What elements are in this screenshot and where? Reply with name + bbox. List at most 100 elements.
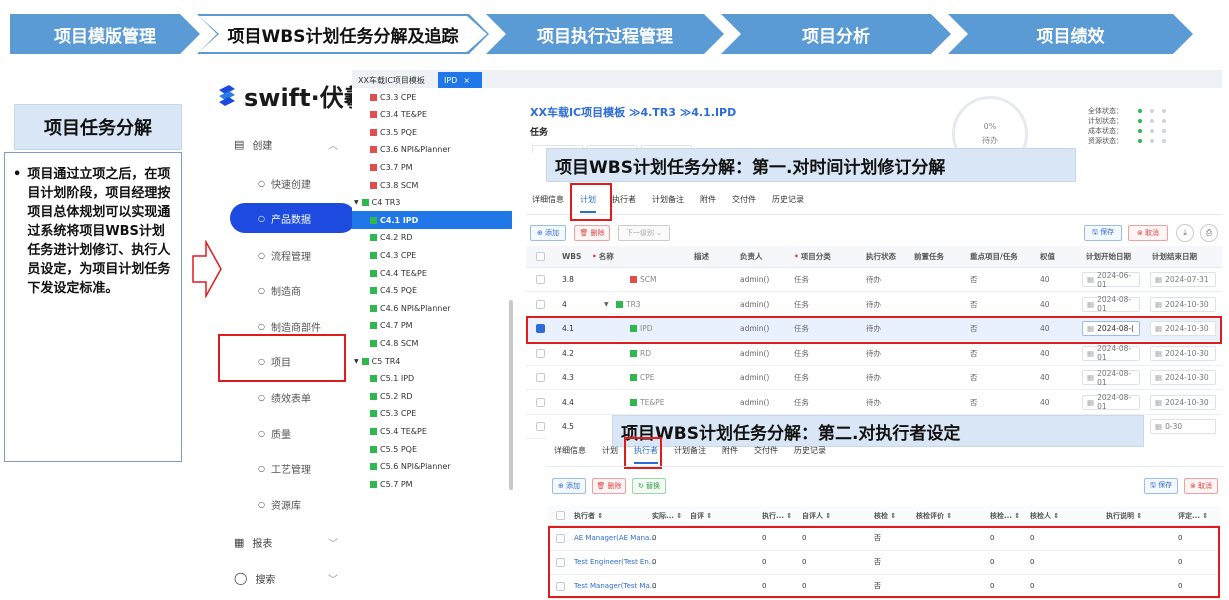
tree-node[interactable]: C5.5 PQE xyxy=(370,440,417,458)
row-checkbox[interactable] xyxy=(536,348,545,358)
tree-node[interactable]: C3.5 PQE xyxy=(370,123,417,141)
tree-node[interactable]: C3.7 PM xyxy=(370,158,413,176)
tab-0[interactable]: 详细信息 xyxy=(532,194,564,213)
column-header[interactable]: 执行者 ⇕ xyxy=(574,506,603,525)
end-date-field[interactable]: ▦ 2024-10-30 xyxy=(1150,296,1216,312)
start-date-field[interactable]: ▦ 2024-08-01 xyxy=(1082,344,1140,362)
nav-group-report[interactable]: ▦ 报表 ﹀ xyxy=(216,530,352,554)
level-select[interactable]: 下一级别 ⌄ xyxy=(618,225,670,241)
row-checkbox[interactable] xyxy=(536,275,545,284)
tree-node[interactable]: C4.7 PM xyxy=(370,317,413,335)
select-all-checkbox[interactable] xyxy=(536,252,545,261)
column-header[interactable]: 核检人 ⇕ xyxy=(1030,506,1059,525)
nav-item-process[interactable]: ○ 流程管理 xyxy=(216,240,352,270)
tree-node[interactable]: C4.2 RD xyxy=(370,229,413,247)
tab-5[interactable]: 交付件 xyxy=(732,194,756,213)
exec-delete-button[interactable]: 🗑 删除 xyxy=(592,478,626,494)
download-icon[interactable]: ⤓ xyxy=(1176,224,1194,242)
tree-node[interactable]: C4.8 SCM xyxy=(370,334,418,352)
tree-node[interactable]: C3.3 CPE xyxy=(370,88,416,106)
tab-3[interactable]: 计划备注 xyxy=(652,194,684,213)
tree-node[interactable]: C5.2 RD xyxy=(370,387,413,405)
tab-ipd[interactable]: IPD × xyxy=(438,72,482,88)
tab-3[interactable]: 计划备注 xyxy=(674,445,706,464)
process-step-1[interactable]: 项目模版管理 xyxy=(10,14,200,54)
tab-4[interactable]: 附件 xyxy=(700,194,716,213)
exec-save-button[interactable]: 🖫 保存 xyxy=(1144,478,1178,494)
column-header[interactable]: • 项目分类 xyxy=(794,246,831,267)
save-button[interactable]: 🖫 保存 xyxy=(1084,225,1122,241)
tab-2[interactable]: 执行者 xyxy=(612,194,636,213)
table-row[interactable]: 4.2 RD admin() 任务 待办否 40 ▦ 2024-08-01 ▦ 2024-10-3… xyxy=(526,342,1222,366)
start-date-field[interactable]: ▦ 2024-06-01 xyxy=(1082,271,1140,289)
tree-scrollbar[interactable] xyxy=(509,300,513,490)
tab-0[interactable]: 详细信息 xyxy=(554,445,586,464)
end-date-field[interactable]: ▦ 2024-10-30 xyxy=(1150,370,1216,385)
tree-node[interactable]: C4.5 PQE xyxy=(370,282,417,300)
add-button[interactable]: ⊕ 添加 xyxy=(530,225,566,241)
row-checkbox[interactable] xyxy=(536,299,545,309)
row-checkbox[interactable] xyxy=(536,373,545,382)
tab-6[interactable]: 历史记录 xyxy=(772,194,804,213)
caret-down-icon[interactable]: ▼ xyxy=(354,199,359,206)
nav-item-quality[interactable]: ○ 质量 xyxy=(216,418,352,448)
tree-node[interactable]: C3.4 TE&PE xyxy=(370,106,427,124)
nav-item-resource[interactable]: ○ 资源库 xyxy=(216,489,352,519)
process-step-3[interactable]: 项目执行过程管理 xyxy=(486,14,724,54)
exec-add-button[interactable]: ⊕ 添加 xyxy=(552,478,586,494)
exec-replace-button[interactable]: ↻ 替换 xyxy=(632,478,666,494)
close-icon[interactable]: × xyxy=(463,76,470,85)
table-row[interactable]: 4 ▼ TR3 admin() 任务 待办否 40 ▦ 2024-08-01 ▦ 2024-10-3… xyxy=(526,293,1222,317)
tree-node[interactable]: C4.4 TE&PE xyxy=(370,264,427,282)
nav-item-craft[interactable]: ○ 工艺管理 xyxy=(216,453,352,483)
end-date-field[interactable]: ▦ 2024-07-31 xyxy=(1150,272,1216,287)
nav-item-quick-create[interactable]: ○ 快速创建 xyxy=(216,168,352,198)
print-icon[interactable]: ⎙ xyxy=(1200,224,1218,242)
select-all-checkbox[interactable] xyxy=(556,511,565,520)
end-date-field[interactable]: ▦ 2024-10-30 xyxy=(1150,345,1216,361)
nav-item-manufacturer[interactable]: ○ 制造商 xyxy=(216,275,352,305)
delete-button[interactable]: 🗑 删除 xyxy=(574,225,610,241)
column-header[interactable]: ☑ 计划开始日期 xyxy=(1086,246,1131,267)
column-header[interactable]: 评定... ⇕ xyxy=(1178,506,1208,525)
table-row[interactable]: 4.3 CPE admin() 任务 待办否 40 ▦ 2024-08-01 ▦ 2024-10-… xyxy=(526,366,1222,390)
end-date-field[interactable]: ▦ 0-30 xyxy=(1150,419,1216,434)
tab-6[interactable]: 历史记录 xyxy=(794,445,826,464)
column-header[interactable]: ☑ 前置任务 xyxy=(914,246,944,267)
column-header[interactable]: 执行说明 ⇕ xyxy=(1106,506,1142,525)
column-header[interactable]: ☑ 负责人 xyxy=(740,246,763,267)
tab-4[interactable]: 附件 xyxy=(722,445,738,464)
column-header[interactable]: 核检... ⇕ xyxy=(990,506,1020,525)
table-row[interactable]: 3.8 SCM admin() 任务 待办否 40 ▦ 2024-06-01 ▦ 2024-07-… xyxy=(526,268,1222,292)
tree-node[interactable]: C4.1 IPD xyxy=(352,211,512,230)
column-header[interactable]: 自评 ⇕ xyxy=(690,506,712,525)
tree-node[interactable]: ▼ C5 TR4 xyxy=(354,352,400,370)
column-header[interactable]: ☑ 权值 xyxy=(1040,246,1055,267)
column-header[interactable]: ☑ 执行状态 xyxy=(866,246,896,267)
column-header[interactable]: 核检 ⇕ xyxy=(874,506,896,525)
tree-node[interactable]: C5.3 CPE xyxy=(370,405,416,423)
process-step-4[interactable]: 项目分析 xyxy=(721,14,951,54)
column-header[interactable]: ☑ 重点项目/任务 xyxy=(970,246,1018,267)
caret-down-icon[interactable]: ▼ xyxy=(354,358,359,365)
table-row[interactable]: 4.4 TE&PE admin() 任务 待办否 40 ▦ 2024-08-01 ▦ 2024-1… xyxy=(526,391,1222,415)
tree-node[interactable]: C3.8 SCM xyxy=(370,176,418,194)
start-date-field[interactable]: ▦ 2024-08-01 xyxy=(1082,393,1140,411)
cancel-button[interactable]: ⊗ 取消 xyxy=(1128,225,1168,241)
nav-group-search[interactable]: ◯ 搜索 ﹀ xyxy=(216,566,352,590)
tree-node[interactable]: C5.6 NPI&Planner xyxy=(370,458,451,476)
start-date-field[interactable]: ▦ 2024-08-01 xyxy=(1082,369,1140,387)
tree-node[interactable]: C4.6 NPI&Planner xyxy=(370,299,451,317)
end-date-field[interactable]: ▦ 2024-10-30 xyxy=(1150,394,1216,410)
column-header[interactable]: 自评人 ⇕ xyxy=(802,506,831,525)
column-header[interactable]: ☑ 描述 xyxy=(694,246,709,267)
column-header[interactable]: ☑ 计划结束日期 xyxy=(1152,246,1197,267)
row-checkbox[interactable] xyxy=(536,422,545,431)
tree-node[interactable]: C5.4 TE&PE xyxy=(370,422,427,440)
column-header[interactable]: • 名称 xyxy=(592,246,614,267)
tree-node[interactable]: C4.3 CPE xyxy=(370,246,416,264)
nav-item-product-data[interactable]: ○ 产品数据 xyxy=(230,203,356,233)
tree-node[interactable]: C5.7 PM xyxy=(370,475,413,493)
row-checkbox[interactable] xyxy=(536,397,545,407)
column-header[interactable]: 核检评价 ⇕ xyxy=(916,506,952,525)
